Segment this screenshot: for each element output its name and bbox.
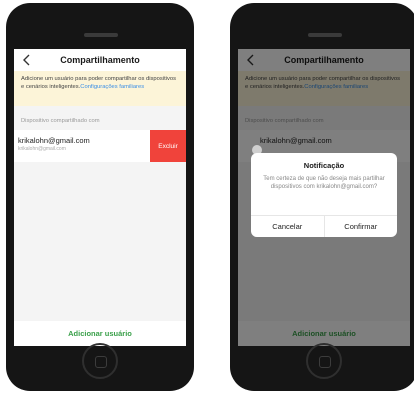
- back-chevron-icon[interactable]: [20, 53, 34, 67]
- cancel-button[interactable]: Cancelar: [251, 216, 324, 237]
- phone-frame-right: Compartilhamento Adicione um usuário par…: [230, 3, 414, 391]
- dialog-actions: Cancelar Confirmar: [251, 215, 397, 237]
- shared-user-info: krikalohn@gmail.com krikalohn@gmail.com: [14, 130, 150, 162]
- family-settings-link[interactable]: Configurações familiares: [80, 84, 144, 90]
- dialog-title: Notificação: [303, 161, 345, 170]
- shared-user-row[interactable]: krikalohn@gmail.com krikalohn@gmail.com …: [14, 130, 186, 162]
- add-user-button[interactable]: Adicionar usuário: [68, 329, 132, 338]
- section-label: Dispositivo compartilhado com: [21, 117, 100, 124]
- home-button-icon[interactable]: [306, 343, 342, 379]
- home-button-icon[interactable]: [82, 343, 118, 379]
- dialog-message: Tem certeza de que não deseja mais parti…: [263, 176, 385, 190]
- confirm-dialog: Notificação Tem certeza de que não desej…: [251, 153, 397, 237]
- speaker-grille: [308, 33, 342, 37]
- page-title: Compartilhamento: [60, 55, 140, 65]
- speaker-grille: [84, 33, 118, 37]
- shared-user-subtext: krikalohn@gmail.com: [18, 146, 66, 152]
- phone-frame-left: Compartilhamento Adicione um usuário par…: [6, 3, 194, 391]
- delete-button[interactable]: Excluir: [150, 130, 186, 162]
- shared-user-email: krikalohn@gmail.com: [18, 136, 90, 145]
- confirm-button[interactable]: Confirmar: [323, 216, 398, 237]
- sharing-screen: Compartilhamento Adicione um usuário par…: [14, 49, 186, 346]
- sharing-screen-dialog: Compartilhamento Adicione um usuário par…: [238, 49, 410, 346]
- nav-bar: Compartilhamento: [14, 49, 186, 71]
- notice-banner: Adicione um usuário para poder compartil…: [14, 71, 186, 106]
